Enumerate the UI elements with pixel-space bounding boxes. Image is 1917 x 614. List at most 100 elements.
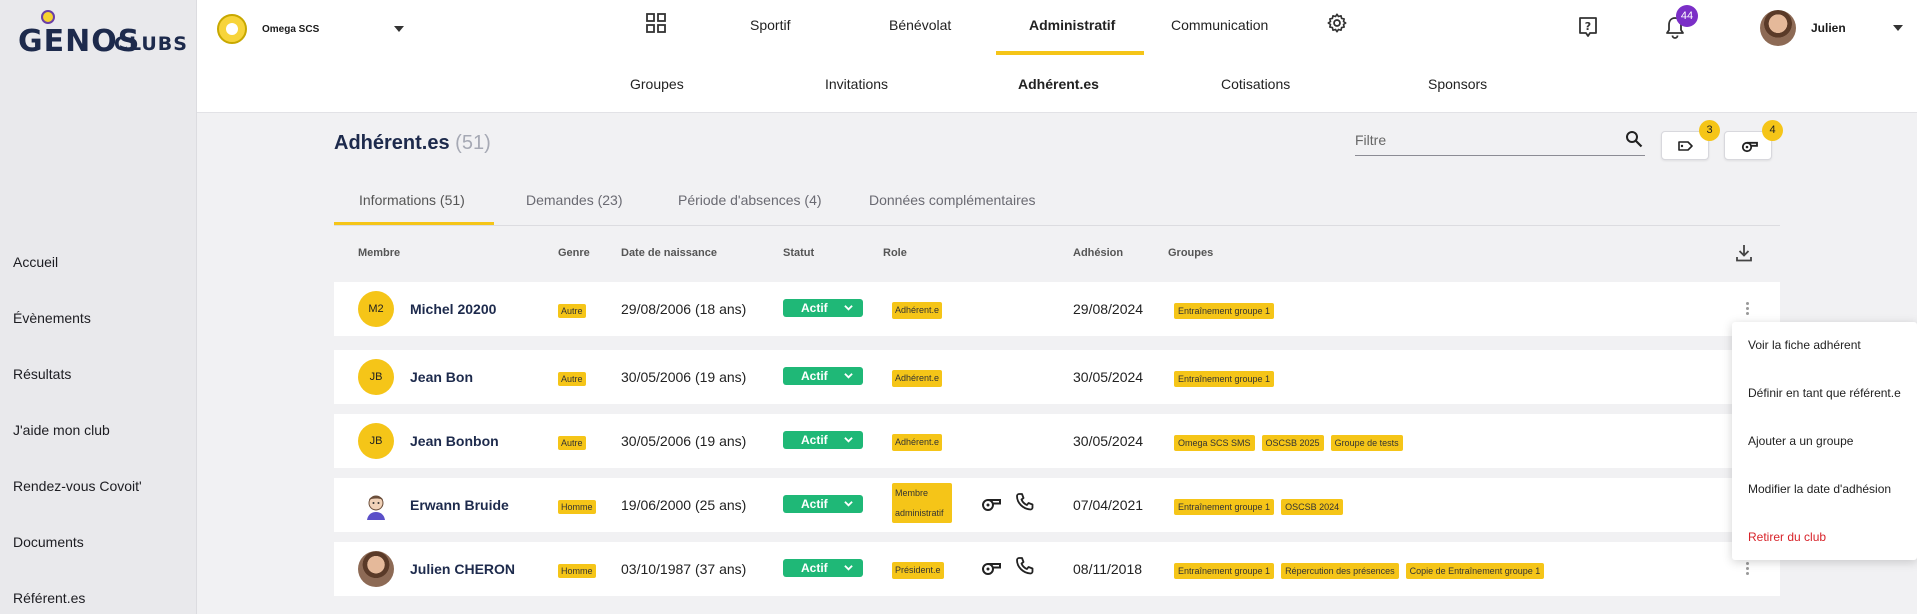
- genre-badge: Homme: [558, 564, 596, 578]
- menu-voir-fiche[interactable]: Voir la fiche adhérent: [1748, 338, 1861, 352]
- table-row[interactable]: Erwann Bruide Homme 19/06/2000 (25 ans) …: [334, 478, 1780, 532]
- member-name[interactable]: Michel 20200: [410, 301, 496, 317]
- status-label: Actif: [801, 369, 828, 383]
- group-tags: Entraînement groupe 1: [1174, 303, 1275, 319]
- avatar: [358, 551, 394, 587]
- sidebar-item-accueil[interactable]: Accueil: [13, 252, 142, 308]
- sidebar-item-covoit[interactable]: Rendez-vous Covoit': [13, 476, 142, 532]
- genre-badge: Autre: [558, 436, 586, 450]
- nav-communication[interactable]: Communication: [1171, 17, 1268, 33]
- sidebar-item-evenements[interactable]: Évènements: [13, 308, 142, 364]
- adhesion-date: 07/04/2021: [1073, 497, 1144, 513]
- birth-date: 19/06/2000 (25 ans): [621, 497, 747, 513]
- member-tabs: Informations (51) Demandes (23) Période …: [334, 190, 1780, 226]
- group-tag: Entraînement groupe 1: [1174, 563, 1275, 579]
- club-logo-icon: [217, 14, 247, 44]
- birth-date: 30/05/2006 (19 ans): [621, 369, 747, 385]
- menu-modifier-date-adhesion[interactable]: Modifier la date d'adhésion: [1748, 482, 1891, 496]
- notification-badge: 44: [1676, 5, 1698, 27]
- tag-icon: [1678, 141, 1693, 151]
- dashboard-grid-icon[interactable]: [646, 13, 666, 33]
- whistle-icon[interactable]: [980, 558, 1002, 578]
- sidebar-item-jaide-mon-club[interactable]: J'aide mon club: [13, 420, 142, 476]
- download-icon[interactable]: [1734, 243, 1754, 263]
- status-dropdown[interactable]: Actif: [783, 299, 863, 317]
- menu-retirer-du-club[interactable]: Retirer du club: [1748, 530, 1826, 544]
- sidebar-item-referentes[interactable]: Référent.es: [13, 588, 142, 614]
- role-badge: Membre administratif: [892, 483, 952, 523]
- birth-date: 29/08/2006 (18 ans): [621, 301, 747, 317]
- tags-filter-badge: 3: [1699, 120, 1720, 141]
- avatar-illustration-icon: [358, 487, 394, 523]
- nav-administratif[interactable]: Administratif: [1029, 17, 1115, 33]
- subnav-invitations[interactable]: Invitations: [825, 76, 888, 92]
- adhesion-date: 29/08/2024: [1073, 301, 1144, 317]
- nav-sportif[interactable]: Sportif: [750, 17, 790, 33]
- search-icon[interactable]: [1625, 130, 1643, 148]
- filter-field: [1355, 128, 1645, 156]
- tab-demandes[interactable]: Demandes (23): [526, 192, 623, 208]
- phone-icon[interactable]: [1014, 492, 1036, 512]
- row-menu-kebab-icon[interactable]: [1741, 300, 1753, 318]
- user-menu-chevron-icon[interactable]: [1893, 25, 1903, 31]
- logo-mark-icon: [41, 10, 55, 24]
- subnav-cotisations[interactable]: Cotisations: [1221, 76, 1290, 92]
- genre-badge: Autre: [558, 304, 586, 318]
- genre-badge: Homme: [558, 500, 596, 514]
- tab-donnees-complementaires[interactable]: Données complémentaires: [869, 192, 1036, 208]
- birth-date: 30/05/2006 (19 ans): [621, 433, 747, 449]
- group-tag: Omega SCS SMS: [1174, 435, 1255, 451]
- chevron-down-icon: [844, 373, 853, 379]
- role-badge: Adhérent.e: [892, 302, 943, 319]
- subnav-groupes[interactable]: Groupes: [630, 76, 684, 92]
- svg-text:?: ?: [1585, 20, 1591, 33]
- subnav-sponsors[interactable]: Sponsors: [1428, 76, 1487, 92]
- status-dropdown[interactable]: Actif: [783, 367, 863, 385]
- page-title-text: Adhérent.es: [334, 132, 450, 154]
- gear-icon[interactable]: [1326, 12, 1348, 34]
- nav-benevolat[interactable]: Bénévolat: [889, 17, 951, 33]
- member-name[interactable]: Jean Bonbon: [410, 433, 499, 449]
- adhesion-date: 30/05/2024: [1073, 433, 1144, 449]
- filter-input[interactable]: [1355, 128, 1615, 152]
- club-selector[interactable]: Omega SCS: [217, 14, 404, 44]
- tags-filter-button[interactable]: 3: [1661, 120, 1720, 160]
- help-icon[interactable]: ?: [1577, 16, 1599, 38]
- chevron-down-icon: [844, 565, 853, 571]
- menu-ajouter-groupe[interactable]: Ajouter a un groupe: [1748, 434, 1853, 448]
- tab-absences[interactable]: Période d'absences (4): [678, 192, 822, 208]
- table-row[interactable]: JB Jean Bonbon Autre 30/05/2006 (19 ans)…: [334, 414, 1780, 468]
- row-menu-kebab-icon[interactable]: [1741, 560, 1753, 578]
- tab-informations[interactable]: Informations (51): [359, 192, 465, 208]
- avatar: JB: [358, 359, 394, 395]
- table-row[interactable]: Julien CHERON Homme 03/10/1987 (37 ans) …: [334, 542, 1780, 596]
- sidebar-item-resultats[interactable]: Résultats: [13, 364, 142, 420]
- chevron-down-icon: [394, 26, 404, 32]
- club-name: Omega SCS: [262, 23, 320, 35]
- member-name[interactable]: Jean Bon: [410, 369, 473, 385]
- table-row[interactable]: JB Jean Bon Autre 30/05/2006 (19 ans) Ac…: [334, 350, 1780, 404]
- whistle-filter-button[interactable]: 4: [1724, 120, 1783, 160]
- subnav-adherents[interactable]: Adhérent.es: [1018, 76, 1099, 92]
- user-name[interactable]: Julien: [1811, 21, 1846, 35]
- status-dropdown[interactable]: Actif: [783, 559, 863, 577]
- whistle-icon[interactable]: [980, 494, 1002, 514]
- sidebar-item-documents[interactable]: Documents: [13, 532, 142, 588]
- table-row[interactable]: M2 Michel 20200 Autre 29/08/2006 (18 ans…: [334, 282, 1780, 336]
- page-title: Adhérent.es (51): [334, 132, 491, 155]
- column-header-date-naissance: Date de naissance: [621, 247, 717, 259]
- status-dropdown[interactable]: Actif: [783, 431, 863, 449]
- menu-definir-referent[interactable]: Définir en tant que référent.e: [1748, 386, 1901, 400]
- brand-sub: CLUBS: [114, 33, 188, 55]
- status-dropdown[interactable]: Actif: [783, 495, 863, 513]
- member-name[interactable]: Julien CHERON: [410, 561, 515, 577]
- status-label: Actif: [801, 561, 828, 575]
- group-tags: Omega SCS SMS OSCSB 2025 Groupe de tests: [1174, 435, 1403, 451]
- member-name[interactable]: Erwann Bruide: [410, 497, 509, 513]
- status-label: Actif: [801, 301, 828, 315]
- app-logo[interactable]: GENOS CLUBS: [18, 10, 188, 59]
- user-avatar[interactable]: [1760, 10, 1796, 46]
- phone-icon[interactable]: [1014, 556, 1036, 576]
- status-label: Actif: [801, 433, 828, 447]
- role-line: Membre: [895, 488, 929, 498]
